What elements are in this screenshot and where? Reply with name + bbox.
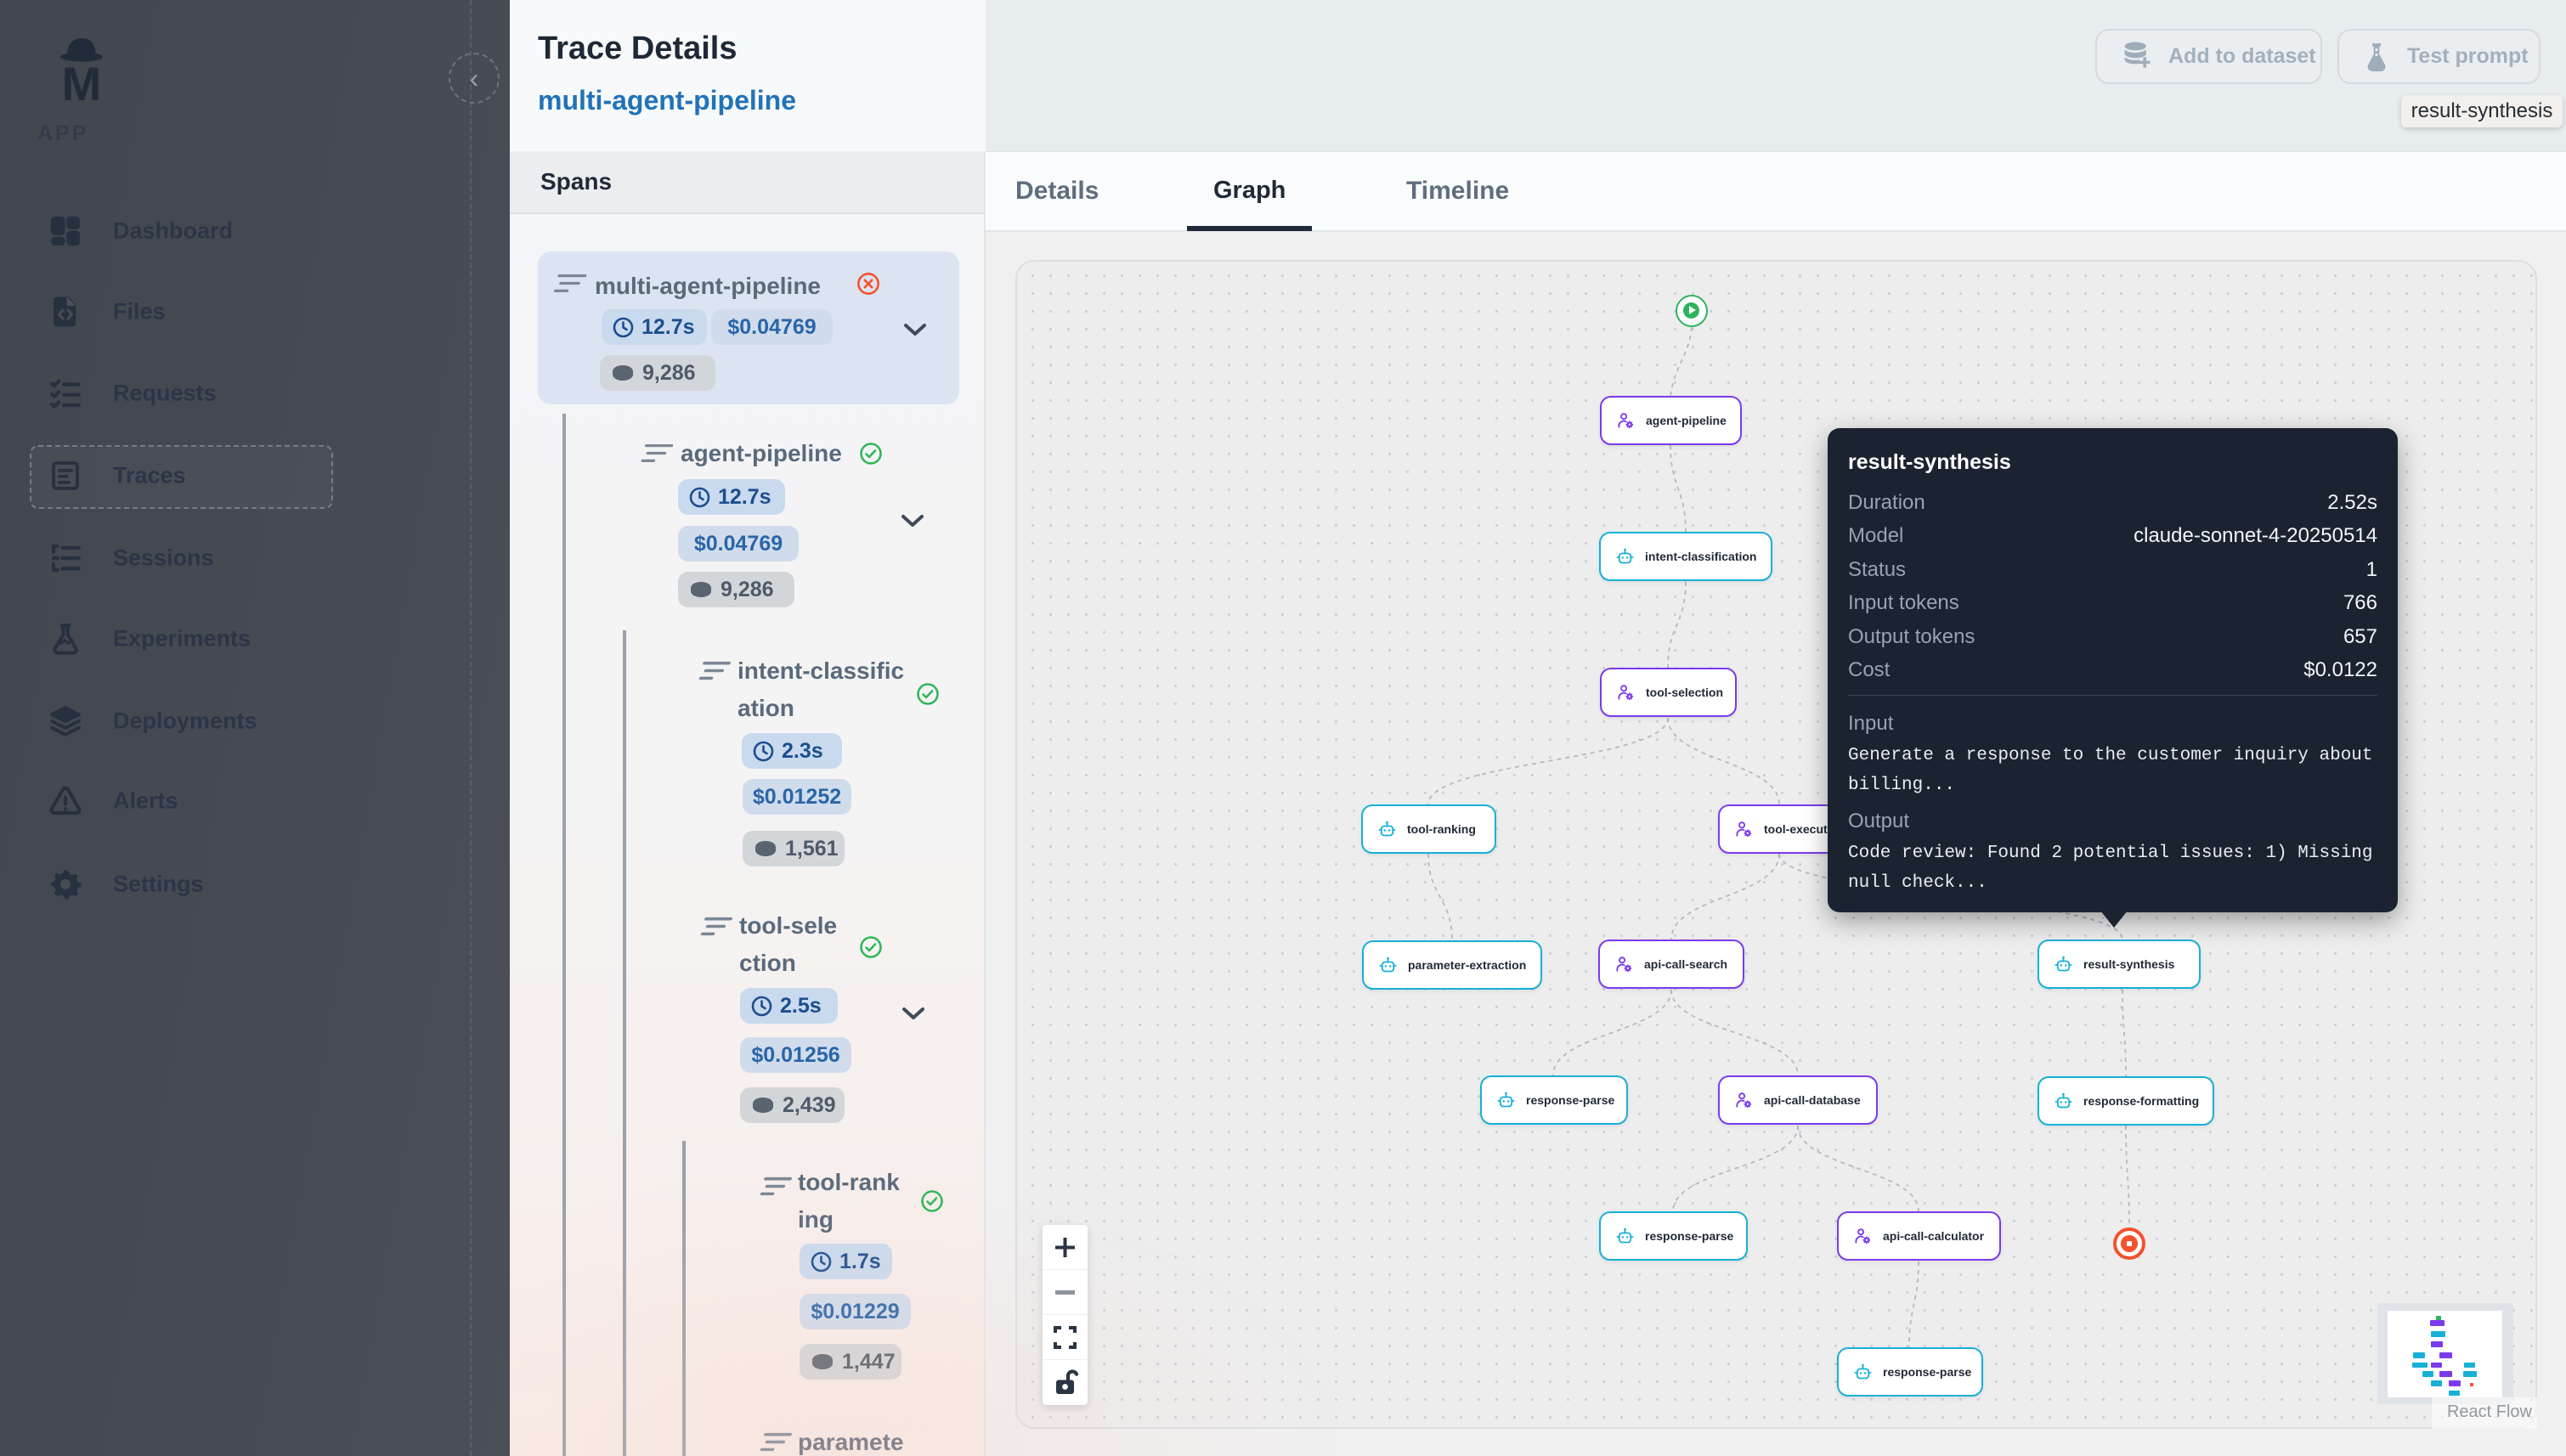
svg-text:M: M xyxy=(62,57,102,104)
